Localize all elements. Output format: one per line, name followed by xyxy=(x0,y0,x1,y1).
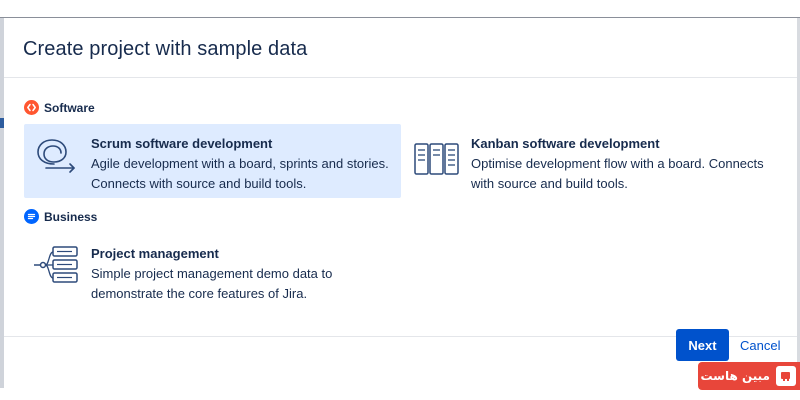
template-card-kanban[interactable]: Kanban software development Optimise dev… xyxy=(404,124,781,198)
template-card-project-management[interactable]: Project management Simple project manage… xyxy=(24,234,401,308)
document-lines-icon xyxy=(24,209,39,224)
kanban-board-icon xyxy=(412,134,460,178)
section-business-label: Business xyxy=(44,209,98,224)
watermark-badge: مبین هاست xyxy=(698,362,800,390)
section-business: Business xyxy=(24,209,97,224)
project-stack-icon xyxy=(32,244,80,288)
template-card-scrum[interactable]: Scrum software development Agile develop… xyxy=(24,124,401,198)
template-description: Optimise development flow with a board. … xyxy=(471,156,764,191)
next-button[interactable]: Next xyxy=(676,329,729,361)
template-title: Project management xyxy=(91,246,219,261)
cancel-button[interactable]: Cancel xyxy=(736,329,784,361)
template-title: Kanban software development xyxy=(471,136,660,151)
dialog-title: Create project with sample data xyxy=(23,38,308,60)
header-divider xyxy=(4,77,797,78)
template-title: Scrum software development xyxy=(91,136,273,151)
section-software: Software xyxy=(24,100,95,115)
scrum-loop-icon xyxy=(32,134,80,178)
template-description: Agile development with a board, sprints … xyxy=(91,156,389,191)
watermark-text: مبین هاست xyxy=(700,369,770,383)
code-brackets-icon xyxy=(24,100,39,115)
mobin-host-logo-icon xyxy=(776,366,796,386)
section-software-label: Software xyxy=(44,100,95,115)
template-description: Simple project management demo data to d… xyxy=(91,266,333,301)
